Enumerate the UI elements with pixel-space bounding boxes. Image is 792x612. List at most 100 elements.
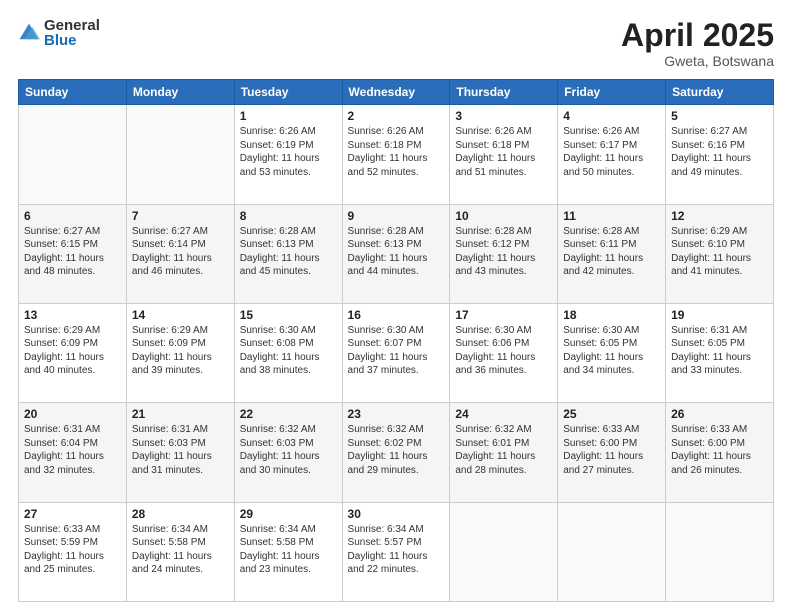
calendar-cell: 16Sunrise: 6:30 AM Sunset: 6:07 PM Dayli…	[342, 303, 450, 402]
day-info: Sunrise: 6:34 AM Sunset: 5:57 PM Dayligh…	[348, 523, 445, 577]
day-number: 14	[132, 308, 229, 322]
calendar-cell: 17 Sunrise: 6:30 AM Sunset: 6:06 PM Dayli…	[450, 303, 558, 402]
calendar-cell: 11 Sunrise: 6:28 AM Sunset: 6:11 PM Dayli…	[558, 204, 666, 303]
calendar-week-1: 1 Sunrise: 6:26 AM Sunset: 6:19 PM Daylig…	[19, 105, 774, 204]
day-number: 16	[348, 308, 445, 322]
day-info: Sunrise: 6:26 AM Sunset: 6:19 PM Dayligh…	[240, 125, 337, 179]
header: General Blue April 2025 Gweta, Botswana	[18, 18, 774, 69]
day-number: 22	[240, 407, 337, 421]
calendar-cell: 1 Sunrise: 6:26 AM Sunset: 6:19 PM Daylig…	[234, 105, 342, 204]
day-info: Sunrise: 6:27 AM Sunset: 6:16 PM Dayligh…	[671, 125, 768, 179]
calendar-cell: 28 Sunrise: 6:34 AM Sunset: 5:58 PM Dayli…	[126, 502, 234, 601]
day-number: 15	[240, 308, 337, 322]
day-info: Sunrise: 6:26 AM Sunset: 6:17 PM Dayligh…	[563, 125, 660, 179]
weekday-header-row: Sunday Monday Tuesday Wednesday Thursday…	[19, 80, 774, 105]
day-info: Sunrise: 6:30 AM Sunset: 6:06 PM Dayligh…	[455, 324, 552, 378]
calendar-cell: 9Sunrise: 6:28 AM Sunset: 6:13 PM Daylig…	[342, 204, 450, 303]
calendar-cell: 10 Sunrise: 6:28 AM Sunset: 6:12 PM Dayli…	[450, 204, 558, 303]
calendar-cell: 20Sunrise: 6:31 AM Sunset: 6:04 PM Dayli…	[19, 403, 127, 502]
calendar-cell: 18Sunrise: 6:30 AM Sunset: 6:05 PM Dayli…	[558, 303, 666, 402]
day-number: 24	[455, 407, 552, 421]
calendar-week-3: 13Sunrise: 6:29 AM Sunset: 6:09 PM Dayli…	[19, 303, 774, 402]
day-info: Sunrise: 6:33 AM Sunset: 6:00 PM Dayligh…	[671, 423, 768, 477]
calendar-cell: 12 Sunrise: 6:29 AM Sunset: 6:10 PM Dayli…	[666, 204, 774, 303]
day-info: Sunrise: 6:34 AM Sunset: 5:58 PM Dayligh…	[132, 523, 229, 577]
page: General Blue April 2025 Gweta, Botswana …	[0, 0, 792, 612]
logo-icon	[18, 22, 40, 44]
day-info: Sunrise: 6:32 AM Sunset: 6:03 PM Dayligh…	[240, 423, 337, 477]
day-number: 6	[24, 209, 121, 223]
calendar-cell: 7 Sunrise: 6:27 AM Sunset: 6:14 PM Daylig…	[126, 204, 234, 303]
logo-blue-text: Blue	[44, 33, 100, 48]
day-info: Sunrise: 6:31 AM Sunset: 6:05 PM Dayligh…	[671, 324, 768, 378]
day-number: 9	[348, 209, 445, 223]
day-number: 18	[563, 308, 660, 322]
calendar-cell: 29 Sunrise: 6:34 AM Sunset: 5:58 PM Dayli…	[234, 502, 342, 601]
calendar-cell: 3 Sunrise: 6:26 AM Sunset: 6:18 PM Daylig…	[450, 105, 558, 204]
day-info: Sunrise: 6:27 AM Sunset: 6:14 PM Dayligh…	[132, 225, 229, 279]
day-info: Sunrise: 6:26 AM Sunset: 6:18 PM Dayligh…	[455, 125, 552, 179]
day-info: Sunrise: 6:32 AM Sunset: 6:02 PM Dayligh…	[348, 423, 445, 477]
day-number: 17	[455, 308, 552, 322]
calendar-cell: 24Sunrise: 6:32 AM Sunset: 6:01 PM Dayli…	[450, 403, 558, 502]
calendar-cell: 27Sunrise: 6:33 AM Sunset: 5:59 PM Dayli…	[19, 502, 127, 601]
day-number: 30	[348, 507, 445, 521]
title-location: Gweta, Botswana	[621, 53, 774, 69]
day-number: 2	[348, 109, 445, 123]
day-number: 5	[671, 109, 768, 123]
calendar-cell: 21Sunrise: 6:31 AM Sunset: 6:03 PM Dayli…	[126, 403, 234, 502]
calendar-cell: 22 Sunrise: 6:32 AM Sunset: 6:03 PM Dayli…	[234, 403, 342, 502]
day-number: 28	[132, 507, 229, 521]
title-block: April 2025 Gweta, Botswana	[621, 18, 774, 69]
calendar-cell: 25 Sunrise: 6:33 AM Sunset: 6:00 PM Dayli…	[558, 403, 666, 502]
calendar-week-2: 6Sunrise: 6:27 AM Sunset: 6:15 PM Daylig…	[19, 204, 774, 303]
header-tuesday: Tuesday	[234, 80, 342, 105]
day-info: Sunrise: 6:29 AM Sunset: 6:09 PM Dayligh…	[132, 324, 229, 378]
calendar-cell: 30 Sunrise: 6:34 AM Sunset: 5:57 PM Dayli…	[342, 502, 450, 601]
logo: General Blue	[18, 18, 100, 48]
day-info: Sunrise: 6:26 AM Sunset: 6:18 PM Dayligh…	[348, 125, 445, 179]
day-number: 12	[671, 209, 768, 223]
calendar-cell	[450, 502, 558, 601]
calendar-cell	[666, 502, 774, 601]
day-number: 26	[671, 407, 768, 421]
calendar-week-5: 27Sunrise: 6:33 AM Sunset: 5:59 PM Dayli…	[19, 502, 774, 601]
day-number: 25	[563, 407, 660, 421]
calendar-cell	[19, 105, 127, 204]
calendar-cell	[126, 105, 234, 204]
day-number: 3	[455, 109, 552, 123]
calendar-week-4: 20Sunrise: 6:31 AM Sunset: 6:04 PM Dayli…	[19, 403, 774, 502]
day-info: Sunrise: 6:31 AM Sunset: 6:03 PM Dayligh…	[132, 423, 229, 477]
header-monday: Monday	[126, 80, 234, 105]
calendar-cell: 6Sunrise: 6:27 AM Sunset: 6:15 PM Daylig…	[19, 204, 127, 303]
day-info: Sunrise: 6:28 AM Sunset: 6:11 PM Dayligh…	[563, 225, 660, 279]
day-info: Sunrise: 6:28 AM Sunset: 6:12 PM Dayligh…	[455, 225, 552, 279]
header-thursday: Thursday	[450, 80, 558, 105]
day-number: 7	[132, 209, 229, 223]
calendar-cell: 14 Sunrise: 6:29 AM Sunset: 6:09 PM Dayli…	[126, 303, 234, 402]
calendar-cell: 23 Sunrise: 6:32 AM Sunset: 6:02 PM Dayli…	[342, 403, 450, 502]
day-info: Sunrise: 6:28 AM Sunset: 6:13 PM Dayligh…	[240, 225, 337, 279]
calendar-cell	[558, 502, 666, 601]
calendar-cell: 15Sunrise: 6:30 AM Sunset: 6:08 PM Dayli…	[234, 303, 342, 402]
day-number: 23	[348, 407, 445, 421]
day-info: Sunrise: 6:29 AM Sunset: 6:09 PM Dayligh…	[24, 324, 121, 378]
day-info: Sunrise: 6:33 AM Sunset: 5:59 PM Dayligh…	[24, 523, 121, 577]
title-month: April 2025	[621, 18, 774, 53]
header-wednesday: Wednesday	[342, 80, 450, 105]
calendar-cell: 19Sunrise: 6:31 AM Sunset: 6:05 PM Dayli…	[666, 303, 774, 402]
day-number: 10	[455, 209, 552, 223]
calendar-cell: 13Sunrise: 6:29 AM Sunset: 6:09 PM Dayli…	[19, 303, 127, 402]
calendar-cell: 8Sunrise: 6:28 AM Sunset: 6:13 PM Daylig…	[234, 204, 342, 303]
calendar-cell: 5 Sunrise: 6:27 AM Sunset: 6:16 PM Daylig…	[666, 105, 774, 204]
calendar-cell: 4Sunrise: 6:26 AM Sunset: 6:17 PM Daylig…	[558, 105, 666, 204]
calendar-table: Sunday Monday Tuesday Wednesday Thursday…	[18, 79, 774, 602]
day-number: 1	[240, 109, 337, 123]
day-info: Sunrise: 6:29 AM Sunset: 6:10 PM Dayligh…	[671, 225, 768, 279]
day-info: Sunrise: 6:34 AM Sunset: 5:58 PM Dayligh…	[240, 523, 337, 577]
calendar-cell: 2 Sunrise: 6:26 AM Sunset: 6:18 PM Daylig…	[342, 105, 450, 204]
day-info: Sunrise: 6:33 AM Sunset: 6:00 PM Dayligh…	[563, 423, 660, 477]
day-number: 29	[240, 507, 337, 521]
day-number: 11	[563, 209, 660, 223]
logo-general-text: General	[44, 18, 100, 33]
